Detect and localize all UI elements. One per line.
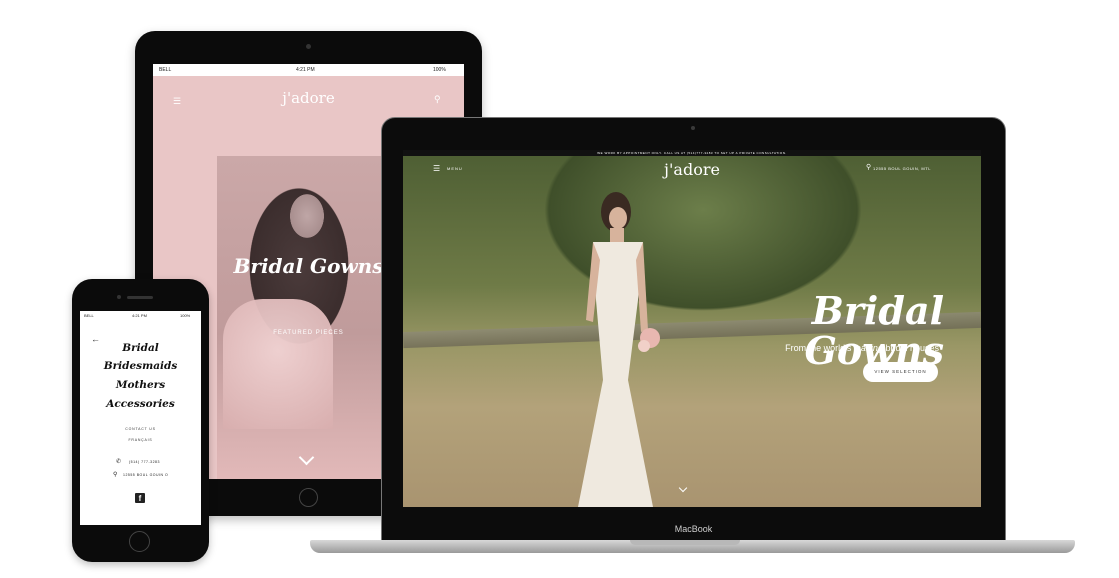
hero-title: Bridal Gowns (804, 288, 944, 373)
macbook-base (310, 540, 1075, 553)
carrier-label: BELL (84, 313, 94, 318)
iphone-home-button (129, 531, 150, 552)
site-logo[interactable]: j'adore (153, 89, 464, 107)
status-time: 4:21 PM (296, 67, 315, 73)
store-address[interactable]: 12555 BOUL GOUIN, MTL (873, 166, 931, 171)
hero-subtitle-end: bridal houses (882, 343, 939, 353)
ipad-home-button (299, 488, 318, 507)
hero-subtitle-emphasis: leading (853, 343, 883, 353)
nav-item-mothers[interactable]: Mothers (80, 379, 201, 391)
view-selection-button[interactable]: VIEW SELECTION (863, 362, 938, 382)
macbook-camera (691, 126, 695, 130)
iphone-camera (117, 295, 121, 299)
macbook-device: WE WORK BY APPOINTMENT ONLY. CALL US AT … (381, 117, 1006, 546)
iphone-speaker (127, 296, 153, 299)
announcement-bar: WE WORK BY APPOINTMENT ONLY. CALL US AT … (403, 150, 981, 156)
iphone-status-bar: BELL 4:21 PM 100% (80, 311, 201, 319)
phone-icon: ✆ (116, 459, 122, 465)
battery-label: 100% (180, 313, 191, 318)
iphone-screen: BELL 4:21 PM 100% ← Bridal Bridesmaids M… (80, 311, 201, 525)
bride-figure (578, 192, 660, 507)
nav-item-bridal[interactable]: Bridal (80, 342, 201, 354)
nav-item-bridesmaids[interactable]: Bridesmaids (80, 360, 201, 372)
store-address[interactable]: 12555 BOUL GOUIN O (123, 473, 168, 477)
nav-item-accessories[interactable]: Accessories (80, 398, 201, 410)
hero-dress-detail (223, 299, 333, 429)
battery-label: 100% (433, 67, 446, 73)
hero-subtitle: From the world's leading bridal houses (703, 343, 939, 353)
iphone-device: BELL 4:21 PM 100% ← Bridal Bridesmaids M… (72, 279, 209, 562)
facebook-icon[interactable]: f (135, 493, 145, 503)
macbook-notch (630, 540, 740, 545)
status-time: 4:21 PM (132, 313, 147, 318)
contact-link[interactable]: CONTACT US (80, 427, 201, 431)
carrier-label: BELL (159, 67, 172, 73)
map-pin-icon: ⚲ (113, 472, 118, 478)
map-pin-icon[interactable]: ⚲ (434, 94, 441, 105)
phone-number[interactable]: (514) 777-3283 (129, 460, 160, 464)
hero-subtitle-start: From the world's (785, 343, 854, 353)
macbook-label: MacBook (674, 524, 713, 534)
macbook-screen: WE WORK BY APPOINTMENT ONLY. CALL US AT … (403, 150, 981, 507)
map-pin-icon: ⚲ (866, 164, 872, 171)
ipad-status-bar: BELL 4:21 PM 100% (153, 64, 464, 76)
ipad-camera (306, 44, 311, 49)
language-link[interactable]: FRANÇAIS (80, 438, 201, 442)
